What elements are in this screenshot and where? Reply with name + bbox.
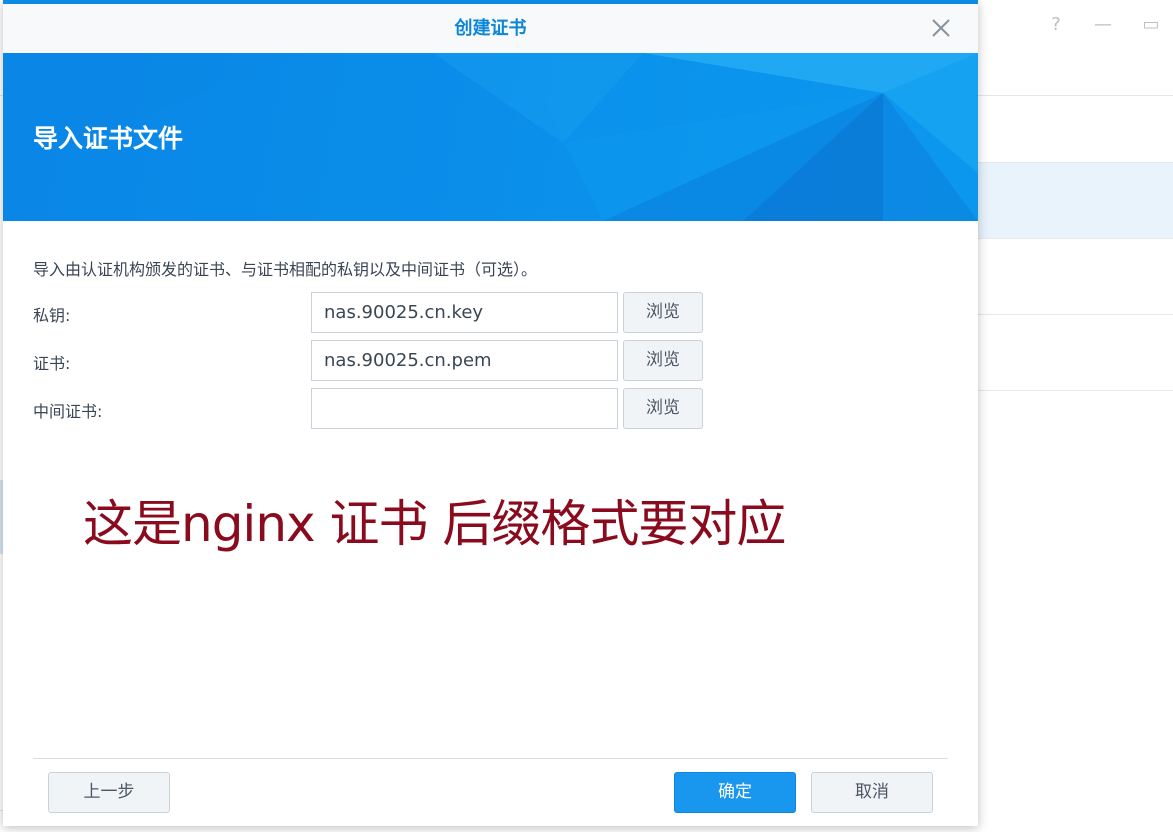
dialog-description: 导入由认证机构颁发的证书、与证书相配的私钥以及中间证书（可选）。	[33, 260, 538, 279]
minimize-icon[interactable]: —	[1090, 12, 1116, 38]
previous-step-button[interactable]: 上一步	[48, 772, 170, 813]
background-list-row[interactable]	[978, 315, 1173, 391]
footer-divider	[33, 758, 948, 759]
dialog-banner: 导入证书文件	[3, 53, 978, 221]
intermediate-certificate-browse-button[interactable]: 浏览	[623, 388, 703, 429]
background-list-row[interactable]	[978, 239, 1173, 315]
close-icon[interactable]	[928, 15, 954, 41]
private-key-label: 私钥:	[33, 306, 71, 325]
cancel-button[interactable]: 取消	[811, 772, 933, 813]
confirm-button[interactable]: 确定	[674, 772, 796, 813]
create-certificate-dialog: 创建证书 导入证书文件 导入由认证机构颁发的证书、与证书相配的私钥以及中间证书（…	[3, 0, 978, 826]
certificate-browse-button[interactable]: 浏览	[623, 340, 703, 381]
dialog-title: 创建证书	[454, 18, 527, 39]
dialog-titlebar[interactable]: 创建证书	[3, 0, 978, 53]
maximize-icon[interactable]: ▭	[1138, 12, 1164, 38]
annotation-text: 这是nginx 证书 后缀格式要对应	[83, 495, 786, 553]
certificate-label: 证书:	[33, 354, 71, 373]
background-list-row[interactable]	[978, 96, 1173, 163]
certificate-input[interactable]: nas.90025.cn.pem	[311, 340, 618, 381]
background-list-row-selected[interactable]	[978, 163, 1173, 239]
private-key-input[interactable]: nas.90025.cn.key	[311, 292, 618, 333]
intermediate-certificate-label: 中间证书:	[33, 402, 103, 421]
banner-title: 导入证书文件	[33, 124, 184, 153]
help-icon[interactable]: ?	[1043, 12, 1069, 38]
intermediate-certificate-input[interactable]	[311, 388, 618, 429]
private-key-browse-button[interactable]: 浏览	[623, 292, 703, 333]
